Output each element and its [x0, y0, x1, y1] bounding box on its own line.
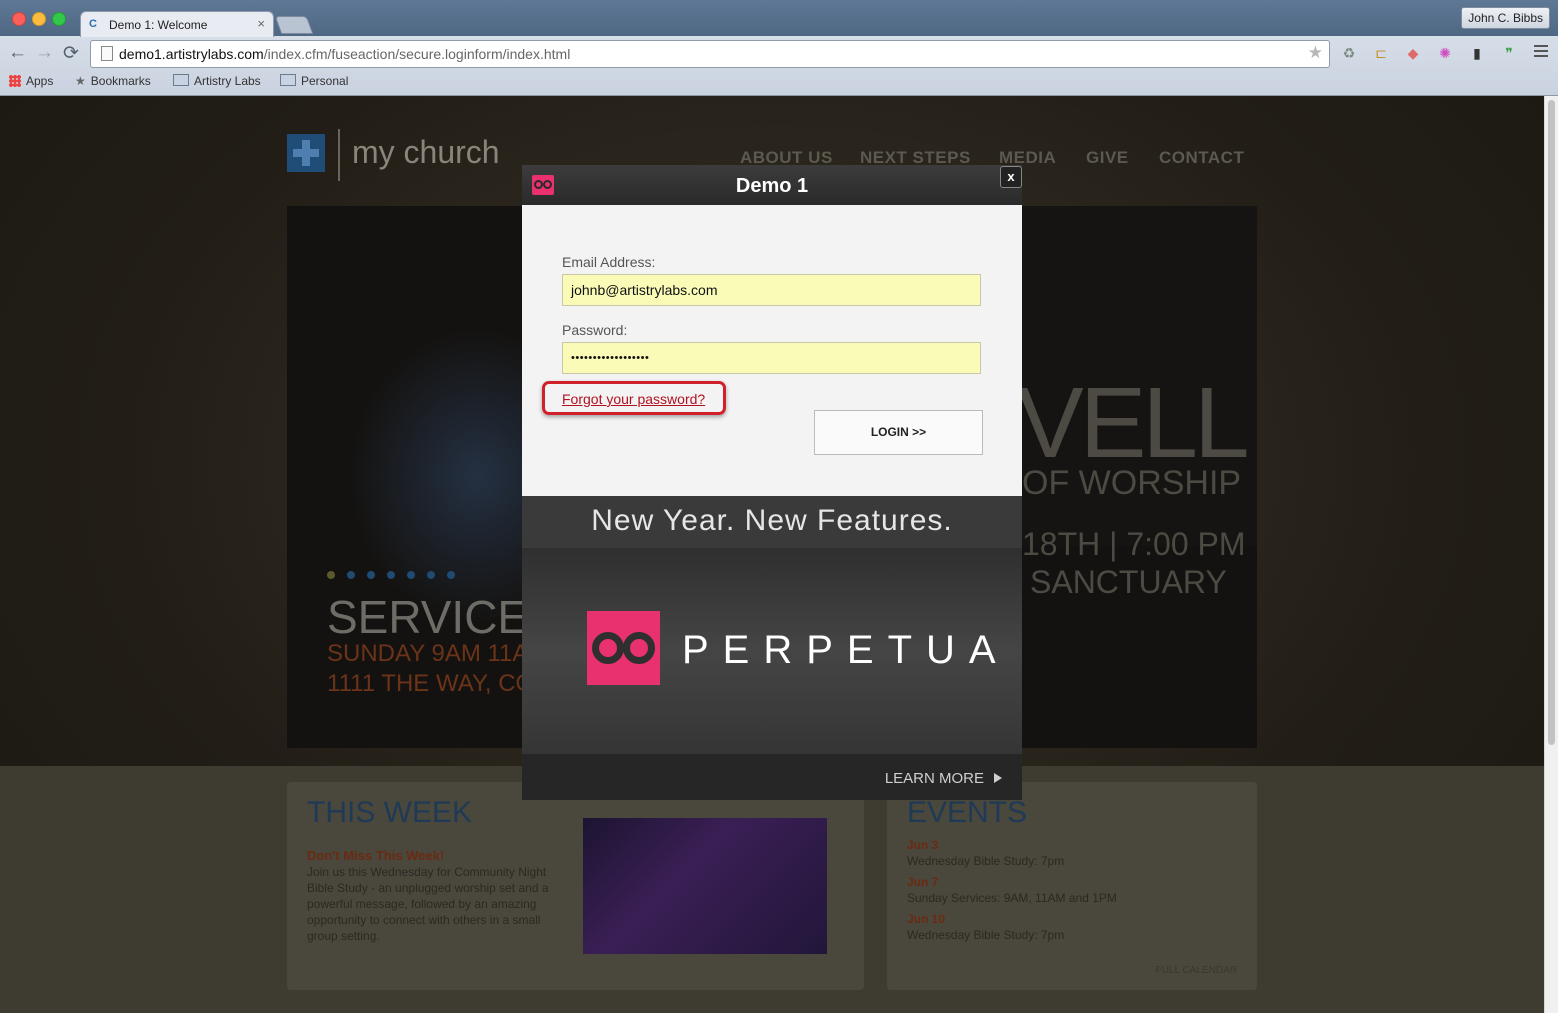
events-title: EVENTS [907, 796, 1028, 829]
logo-divider [338, 129, 340, 181]
forward-icon[interactable]: → [35, 42, 54, 64]
event-text: Wednesday Bible Study: 7pm [907, 928, 1065, 942]
modal-title: Demo 1 [735, 175, 809, 197]
this-week-title: THIS WEEK [307, 796, 473, 829]
page-icon [101, 46, 113, 61]
url-text[interactable]: demo1.artistrylabs.com/index.cfm/fuseact… [119, 46, 570, 62]
bookmark-artistry-labs[interactable]: Artistry Labs [173, 74, 261, 88]
slider-dot[interactable] [347, 571, 355, 579]
browser-tab[interactable]: C Demo 1: Welcome × [80, 11, 274, 37]
folder-icon [173, 74, 189, 86]
folder-icon [280, 74, 296, 86]
reload-icon[interactable]: ⟳ [63, 42, 79, 65]
promo-headline: New Year. New Features. [591, 504, 953, 537]
back-icon[interactable]: ← [8, 42, 27, 64]
tab-favicon-icon: C [89, 18, 97, 30]
bookmark-apps[interactable]: Apps [9, 74, 53, 88]
slider-dot[interactable] [407, 571, 415, 579]
hero-location: SANCTUARY [1030, 564, 1227, 600]
event-date: Jun 3 [907, 838, 939, 852]
bookmark-star-icon[interactable]: ★ [1308, 43, 1323, 63]
tab-title: Demo 1: Welcome [109, 18, 208, 32]
ruler-extension-icon[interactable]: ⊏ [1372, 44, 1390, 62]
password-label: Password: [562, 322, 628, 338]
promo-header: New Year. New Features. [522, 496, 1022, 548]
color-extension-icon[interactable]: ◆ [1404, 44, 1422, 62]
event-date: Jun 10 [907, 912, 946, 926]
title-bar: C Demo 1: Welcome × John C. Bibbs [0, 0, 1558, 37]
church-logo-icon[interactable] [287, 134, 325, 172]
scrollbar-thumb[interactable] [1548, 100, 1555, 745]
email-label: Email Address: [562, 254, 656, 270]
promo-banner[interactable]: New Year. New Features. PERPETUA LEARN M… [522, 496, 1022, 800]
perpetua-brand-icon [587, 611, 660, 685]
slider-dot[interactable] [427, 571, 435, 579]
modal-close-button[interactable]: x [1000, 166, 1022, 188]
nav-contact[interactable]: CONTACT [1159, 148, 1244, 168]
hero-subheading: OF WORSHIP [1022, 464, 1242, 502]
promo-brand-area: PERPETUA [522, 548, 1022, 754]
services-times: SUNDAY 9AM 11A [327, 640, 529, 667]
this-week-subtitle[interactable]: Don't Miss This Week! [307, 848, 444, 863]
perpetua-wordmark: PERPETUA [682, 628, 1010, 672]
address-bar[interactable]: demo1.artistrylabs.com/index.cfm/fuseact… [90, 40, 1330, 68]
promo-footer: LEARN MORE [522, 754, 1022, 800]
learn-more-link[interactable]: LEARN MORE [885, 770, 984, 787]
hero-date-time: 18TH | 7:00 PM [1022, 526, 1246, 562]
menu-icon[interactable] [1534, 45, 1548, 60]
login-modal-header: Demo 1 [522, 165, 1022, 205]
minimize-window-button[interactable] [32, 12, 46, 26]
recycle-extension-icon[interactable]: ♻ [1340, 44, 1358, 62]
slider-dot[interactable] [327, 571, 335, 579]
event-text: Wednesday Bible Study: 7pm [907, 854, 1065, 868]
star-icon: ★ [75, 74, 86, 88]
event-text: Sunday Services: 9AM, 11AM and 1PM [907, 891, 1117, 905]
new-tab-button[interactable] [274, 16, 314, 34]
device-extension-icon[interactable]: ▮ [1468, 44, 1486, 62]
site-logo-text[interactable]: my church [352, 134, 500, 171]
quote-extension-icon[interactable]: ❞ [1500, 44, 1518, 62]
bookmark-personal[interactable]: Personal [280, 74, 348, 88]
zoom-window-button[interactable] [52, 12, 66, 26]
browser-chrome: C Demo 1: Welcome × John C. Bibbs ← → ⟳ … [0, 0, 1558, 96]
nav-give[interactable]: GIVE [1086, 148, 1129, 168]
colorpicker-extension-icon[interactable]: ✺ [1436, 44, 1454, 62]
close-window-button[interactable] [12, 12, 26, 26]
page-scrollbar[interactable] [1544, 96, 1558, 1013]
email-field[interactable]: johnb@artistrylabs.com [562, 274, 981, 306]
tab-close-icon[interactable]: × [257, 16, 265, 31]
apps-icon [9, 75, 21, 87]
event-date: Jun 7 [907, 875, 939, 889]
worship-image [583, 818, 827, 954]
login-button[interactable]: LOGIN >> [814, 410, 983, 455]
slider-dot[interactable] [387, 571, 395, 579]
bookmarks-bar: Apps ★ Bookmarks Artistry Labs Personal [0, 70, 1558, 92]
forgot-password-link[interactable]: Forgot your password? [562, 391, 705, 407]
bookmark-bookmarks[interactable]: ★ Bookmarks [75, 74, 151, 88]
this-week-card: THIS WEEK Don't Miss This Week! Join us … [287, 782, 864, 990]
events-card: EVENTS Jun 3 Wednesday Bible Study: 7pm … [887, 782, 1257, 990]
play-arrow-icon[interactable] [994, 773, 1002, 783]
services-address: 1111 THE WAY, CO [327, 670, 535, 697]
password-field[interactable]: •••••••••••••••••• [562, 342, 981, 374]
slider-dot[interactable] [447, 571, 455, 579]
full-calendar-link[interactable]: FULL CALENDAR [1156, 965, 1237, 976]
slider-dot[interactable] [367, 571, 375, 579]
this-week-body: Join us this Wednesday for Community Nig… [307, 865, 549, 943]
profile-button[interactable]: John C. Bibbs [1461, 7, 1550, 29]
login-form: Email Address: johnb@artistrylabs.com Pa… [522, 205, 1022, 496]
slider-dots [327, 566, 467, 584]
